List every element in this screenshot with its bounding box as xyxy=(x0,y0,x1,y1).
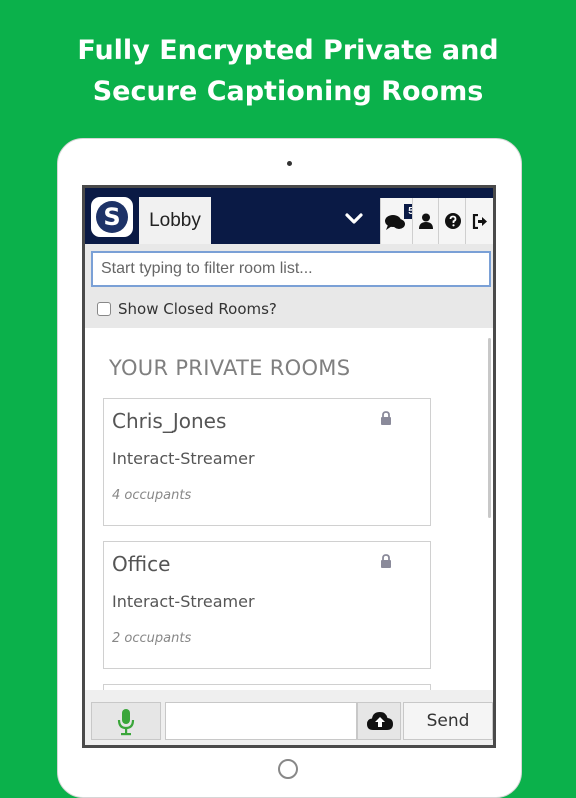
promo-line-2: Secure Captioning Rooms xyxy=(92,76,484,107)
microphone-icon xyxy=(117,709,135,736)
sign-out-icon xyxy=(472,214,487,229)
room-filter-input[interactable] xyxy=(91,251,491,287)
show-closed-label: Show Closed Rooms? xyxy=(118,300,277,318)
room-list: YOUR PRIVATE ROOMS Chris_Jones Interact-… xyxy=(85,328,493,700)
composer-bar: Send xyxy=(85,690,493,745)
room-name: Chris_Jones xyxy=(112,409,227,433)
room-type: Interact-Streamer xyxy=(112,592,255,611)
microphone-button[interactable] xyxy=(91,702,161,740)
room-name: Office xyxy=(112,552,171,576)
send-button[interactable]: Send xyxy=(403,702,493,740)
app-logo: S xyxy=(91,197,133,237)
promo-headline: Fully Encrypted Private and Secure Capti… xyxy=(0,30,576,112)
sign-out-button[interactable] xyxy=(465,198,493,244)
room-type: Interact-Streamer xyxy=(112,449,255,468)
top-bar: S Lobby 5 xyxy=(85,188,493,244)
user-button[interactable] xyxy=(412,198,438,244)
promo-line-1: Fully Encrypted Private and xyxy=(77,35,499,66)
message-input[interactable] xyxy=(165,702,357,740)
lock-icon xyxy=(381,554,391,568)
chat-button[interactable]: 5 xyxy=(380,198,418,244)
home-button xyxy=(278,759,298,779)
room-card[interactable]: Office Interact-Streamer 2 occupants xyxy=(103,541,431,669)
user-icon xyxy=(419,213,433,229)
room-occupants: 2 occupants xyxy=(112,631,192,646)
scrollbar[interactable] xyxy=(488,338,491,518)
upload-button[interactable] xyxy=(357,702,401,740)
filter-panel: Show Closed Rooms? xyxy=(85,244,493,328)
tab-lobby[interactable]: Lobby xyxy=(139,197,211,244)
camera-dot xyxy=(287,161,292,166)
help-icon xyxy=(445,213,461,229)
room-card[interactable]: Chris_Jones Interact-Streamer 4 occupant… xyxy=(103,398,431,526)
help-button[interactable] xyxy=(438,198,465,244)
chevron-down-icon[interactable] xyxy=(342,207,366,231)
room-occupants: 4 occupants xyxy=(112,488,192,503)
chat-bubbles-icon xyxy=(385,215,405,230)
lock-icon xyxy=(381,411,391,425)
cloud-upload-icon xyxy=(367,712,393,730)
logo-letter: S xyxy=(96,201,128,233)
show-closed-checkbox[interactable] xyxy=(97,302,111,316)
app-screen: S Lobby 5 Start typing to filter room li… xyxy=(82,185,496,748)
section-title: YOUR PRIVATE ROOMS xyxy=(109,356,351,380)
